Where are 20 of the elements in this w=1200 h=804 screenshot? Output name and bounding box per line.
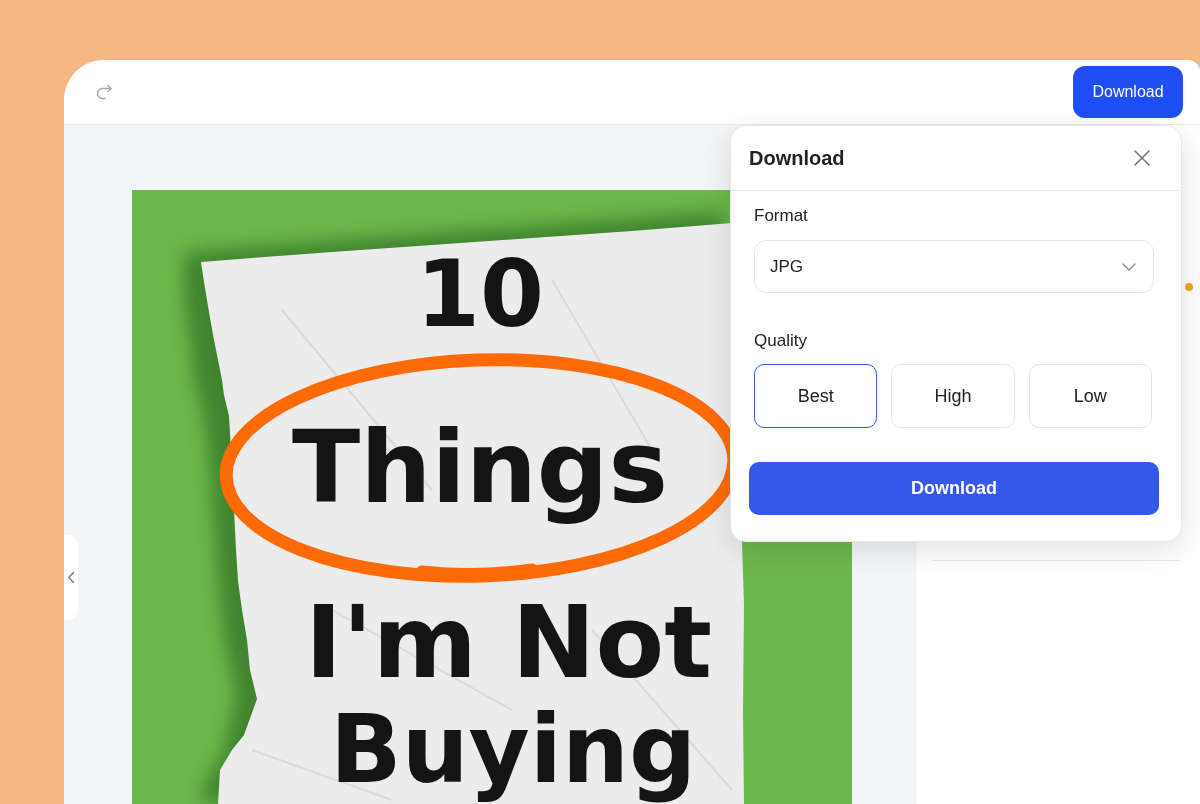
chevron-down-icon: [1122, 262, 1136, 271]
poster-headline: 10: [416, 244, 545, 346]
redo-button[interactable]: [95, 83, 113, 101]
format-label: Format: [754, 205, 808, 227]
download-button[interactable]: Download: [1073, 66, 1183, 118]
quality-label: Quality: [754, 330, 807, 352]
quality-option[interactable]: Low: [1028, 364, 1152, 428]
chevron-left-icon: [68, 572, 74, 583]
collapse-handle[interactable]: [64, 535, 78, 620]
close-icon: [1134, 150, 1150, 166]
poster-headline: Buying: [330, 698, 697, 802]
dialog-title: Download: [749, 146, 845, 171]
download-button[interactable]: Download: [749, 462, 1159, 515]
poster-headline: Things: [292, 413, 668, 523]
quality-option[interactable]: High: [891, 364, 1015, 428]
redo-icon: [95, 83, 113, 101]
quality-option[interactable]: Best: [754, 364, 878, 428]
close-button[interactable]: [1134, 150, 1150, 166]
poster-headline: I'm Not: [305, 588, 713, 698]
format-select[interactable]: JPG: [754, 240, 1154, 293]
